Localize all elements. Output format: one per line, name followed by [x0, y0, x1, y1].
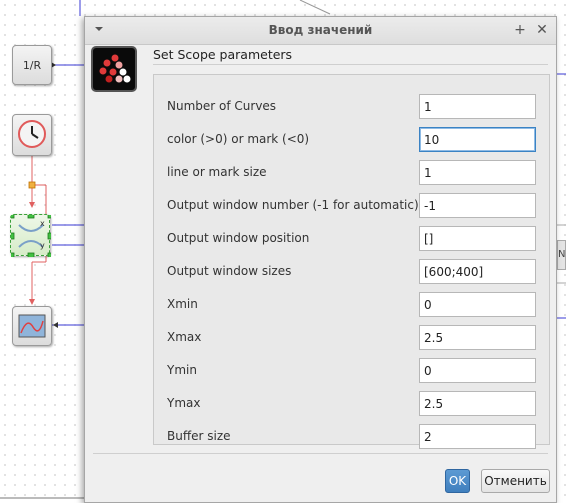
edge-stub-block: N [557, 240, 566, 270]
param-row-xmax: Xmax [154, 321, 549, 354]
ok-button[interactable]: OK [445, 469, 470, 493]
parameters-panel: Number of Curves color (>0) or mark (<0)… [153, 74, 550, 449]
param-input-color-or-mark[interactable] [419, 127, 536, 152]
param-row-window-number: Output window number (-1 for automatic) [154, 189, 549, 222]
param-input-line-size[interactable] [419, 160, 536, 185]
param-label: Output window sizes [167, 264, 292, 278]
param-input-window-number[interactable] [419, 193, 536, 218]
param-label: Ymax [167, 396, 201, 410]
param-label: Xmin [167, 297, 198, 311]
param-label: Ymin [167, 363, 197, 377]
gain-block-1r[interactable]: 1/R [12, 45, 52, 85]
param-label: Xmax [167, 330, 202, 344]
edge-stub-label: N [558, 249, 566, 260]
param-label: Buffer size [167, 429, 231, 443]
scope-graph-icon [18, 314, 46, 338]
param-label: Output window number (-1 for automatic) [167, 198, 419, 212]
param-row-line-size: line or mark size [154, 156, 549, 189]
scope-xy-block[interactable]: x y [10, 214, 51, 257]
param-row-buffer-size: Buffer size [154, 420, 549, 453]
pin-plus-icon[interactable]: + [512, 21, 528, 39]
parameters-dialog: Ввод значений + ✕ Set Scope parameters N… [84, 16, 557, 503]
param-row-window-position: Output window position [154, 222, 549, 255]
scope-block[interactable] [12, 306, 52, 346]
dialog-title: Ввод значений [268, 23, 373, 37]
param-input-buffer-size[interactable] [419, 424, 536, 449]
param-row-ymax: Ymax [154, 387, 549, 420]
param-label: Output window position [167, 231, 310, 245]
cancel-button[interactable]: Отменить [481, 469, 550, 493]
param-input-window-sizes[interactable] [419, 259, 536, 284]
param-label: Number of Curves [167, 99, 277, 113]
param-input-number-of-curves[interactable] [419, 94, 536, 119]
param-input-xmin[interactable] [419, 292, 536, 317]
param-input-ymin[interactable] [419, 358, 536, 383]
clock-icon [18, 120, 46, 148]
param-row-color-or-mark: color (>0) or mark (<0) [154, 123, 549, 156]
scope-port-y-label: y [40, 241, 45, 250]
param-input-ymax[interactable] [419, 391, 536, 416]
param-row-window-sizes: Output window sizes [154, 255, 549, 288]
scilab-logo-icon [91, 46, 137, 92]
dialog-heading: Set Scope parameters [153, 47, 293, 62]
scope-port-x-label: x [40, 219, 45, 228]
dialog-titlebar[interactable]: Ввод значений + ✕ [85, 17, 556, 45]
param-input-xmax[interactable] [419, 325, 536, 350]
param-row-number-of-curves: Number of Curves [154, 90, 549, 123]
param-row-ymin: Ymin [154, 354, 549, 387]
close-icon[interactable]: ✕ [534, 21, 550, 39]
param-label: color (>0) or mark (<0) [167, 132, 310, 146]
buttons-divider [93, 453, 548, 454]
gain-block-label: 1/R [22, 58, 42, 72]
clock-block[interactable] [12, 114, 52, 156]
heading-divider [153, 64, 548, 65]
param-input-window-position[interactable] [419, 226, 536, 251]
param-row-xmin: Xmin [154, 288, 549, 321]
param-label: line or mark size [167, 165, 267, 179]
scope-xy-icon [11, 215, 51, 257]
